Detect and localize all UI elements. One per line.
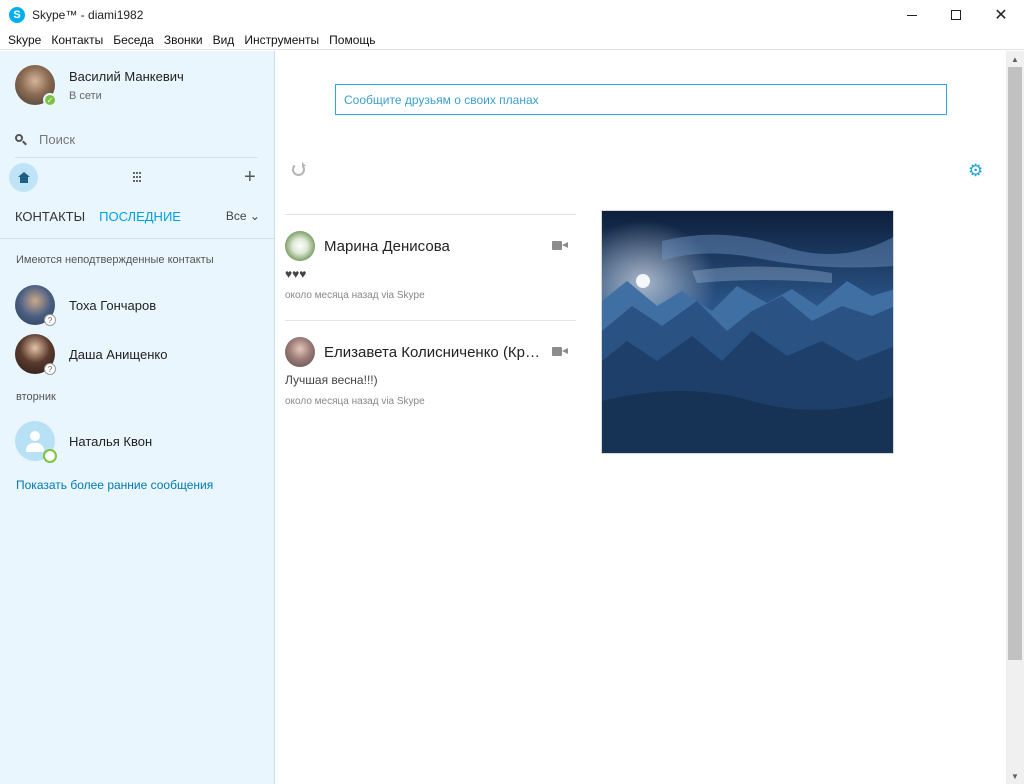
contact-name: Даша Анищенко: [69, 346, 168, 362]
contact-name: Наталья Квон: [69, 433, 153, 449]
menu-skype[interactable]: Skype: [3, 33, 46, 47]
contact-tabs: КОНТАКТЫ ПОСЛЕДНИЕ Все ⌄: [15, 209, 260, 224]
avatar[interactable]: [285, 231, 315, 261]
avatar: ?: [15, 285, 56, 326]
divider: [15, 157, 258, 158]
contact-name: Тоха Гончаров: [69, 297, 157, 313]
video-call-icon[interactable]: [552, 347, 568, 356]
unknown-status-icon: ?: [44, 314, 56, 326]
feed-item-message: Лучшая весна!!!): [285, 373, 378, 387]
search-icon: [15, 133, 27, 145]
minimize-icon: [907, 14, 917, 16]
menu-view[interactable]: Вид: [208, 33, 240, 47]
landscape-image: [602, 211, 893, 453]
add-contact-button[interactable]: +: [244, 165, 256, 189]
close-icon: ✕: [994, 5, 1008, 24]
avatar: ?: [15, 334, 56, 375]
profile-avatar[interactable]: ✓: [15, 65, 57, 107]
menu-calls[interactable]: Звонки: [159, 33, 208, 47]
dialpad-icon[interactable]: [133, 172, 142, 183]
tab-contacts[interactable]: КОНТАКТЫ: [15, 209, 85, 224]
avatar: [15, 421, 57, 463]
maximize-icon: [951, 10, 961, 20]
title-bar: S Skype™ - diami1982 ✕: [0, 0, 1024, 30]
feed-item[interactable]: Марина Денисова ♥♥♥ около месяца назад v…: [285, 215, 576, 320]
show-earlier-messages-link[interactable]: Показать более ранние сообщения: [16, 478, 213, 492]
avatar[interactable]: [285, 337, 315, 367]
filter-dropdown[interactable]: Все ⌄: [226, 209, 260, 223]
menu-contacts[interactable]: Контакты: [46, 33, 108, 47]
scroll-up-arrow-icon[interactable]: ▲: [1006, 51, 1024, 67]
search-field[interactable]: Поиск: [15, 129, 258, 149]
scrollbar-thumb[interactable]: [1008, 67, 1022, 660]
gear-icon[interactable]: ⚙: [968, 163, 983, 180]
window-title: Skype™ - diami1982: [32, 8, 144, 22]
contact-item[interactable]: Наталья Квон: [15, 421, 153, 463]
contact-item[interactable]: ? Даша Анищенко: [15, 334, 168, 375]
feed-item-message: ♥♥♥: [285, 267, 307, 281]
unknown-status-icon: ?: [44, 363, 56, 375]
sidebar: ✓ Василий Манкевич В сети Поиск + КОНТАК…: [0, 51, 275, 784]
scroll-down-arrow-icon[interactable]: ▼: [1006, 768, 1024, 784]
refresh-icon[interactable]: [292, 162, 306, 176]
mood-message-input[interactable]: [335, 84, 947, 115]
unconfirmed-section-label: Имеются неподтвержденные контакты: [16, 254, 214, 266]
feed-item-time: около месяца назад via Skype: [285, 290, 425, 301]
menu-bar: Skype Контакты Беседа Звонки Вид Инструм…: [0, 30, 1024, 50]
online-status-icon: ✓: [43, 93, 57, 107]
search-placeholder: Поиск: [39, 131, 76, 147]
divider: [0, 238, 275, 239]
home-button[interactable]: [9, 163, 38, 192]
contact-item[interactable]: ? Тоха Гончаров: [15, 285, 157, 326]
maximize-button[interactable]: [933, 0, 979, 30]
feed-item-name[interactable]: Марина Денисова: [324, 238, 548, 255]
menu-conversation[interactable]: Беседа: [108, 33, 159, 47]
moon-landscape-picture[interactable]: [601, 210, 894, 454]
feed-item[interactable]: Елизавета Колисниченко (Кравченко) Лучша…: [285, 321, 576, 426]
main-panel: ⚙ Марина Денисова ♥♥♥ около месяца назад…: [276, 51, 1006, 784]
vertical-scrollbar[interactable]: ▲ ▼: [1006, 51, 1024, 784]
menu-help[interactable]: Помощь: [324, 33, 380, 47]
profile-name: Василий Манкевич: [69, 68, 184, 84]
profile[interactable]: ✓ Василий Манкевич В сети: [15, 65, 184, 107]
video-call-icon[interactable]: [552, 241, 568, 250]
minimize-button[interactable]: [889, 0, 935, 30]
close-button[interactable]: ✕: [978, 0, 1024, 30]
tab-recent[interactable]: ПОСЛЕДНИЕ: [99, 209, 181, 224]
activity-feed: Марина Денисова ♥♥♥ около месяца назад v…: [285, 214, 576, 426]
day-section-label: вторник: [16, 391, 56, 403]
menu-tools[interactable]: Инструменты: [239, 33, 324, 47]
sidebar-toolbar: +: [9, 163, 265, 193]
profile-status[interactable]: В сети: [69, 90, 184, 102]
feed-item-time: около месяца назад via Skype: [285, 396, 425, 407]
home-icon: [17, 172, 30, 183]
skype-logo-icon: S: [9, 7, 25, 23]
status-icon: [43, 449, 57, 463]
feed-item-name[interactable]: Елизавета Колисниченко (Кравченко): [324, 344, 548, 361]
